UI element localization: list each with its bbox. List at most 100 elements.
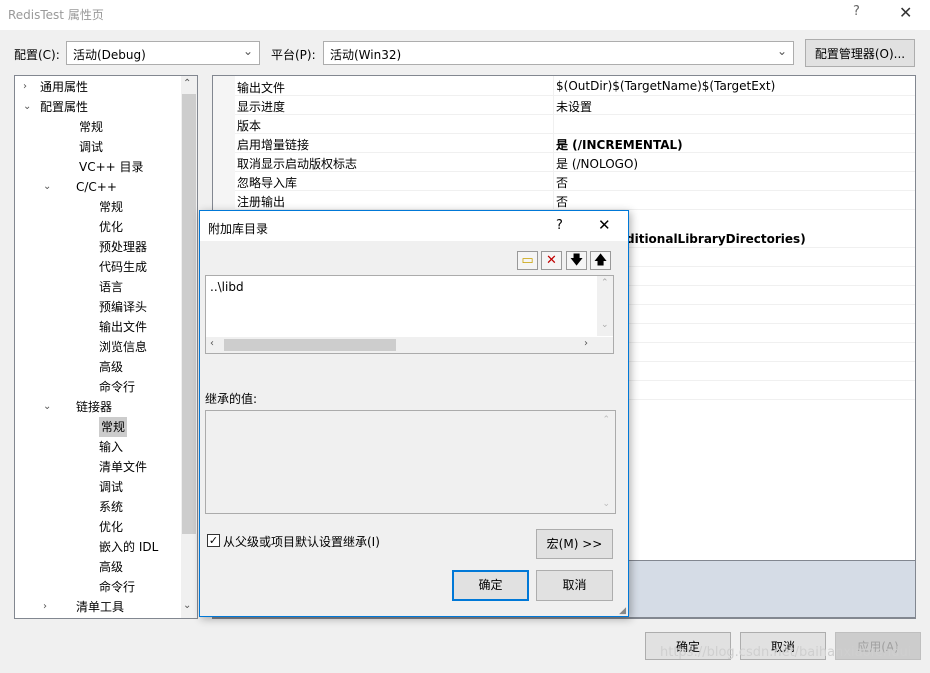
chevron-down-icon: ⌄ (602, 499, 610, 509)
tree-item-label: 嵌入的 IDL (99, 540, 159, 554)
watermark: https://blog.csdn.net/baihanxiaofendui (660, 645, 912, 660)
tree-item-label: 调试 (79, 140, 104, 154)
resize-grip-icon[interactable]: ◢ (619, 606, 626, 616)
move-down-icon[interactable]: 🡇 (566, 251, 587, 270)
inherit-label[interactable]: 从父级或项目默认设置继承(I) (223, 533, 380, 550)
library-dirs-dialog: 附加库目录 ? ✕ ▭ ✕ 🡇 🡅 ..\libd ⌃ ⌄ ‹ › 继承的值: … (199, 210, 629, 617)
tree-item-label: 高级 (99, 560, 124, 574)
scroll-thumb[interactable] (182, 94, 196, 534)
dialog-title-bar: 附加库目录 ? ✕ (200, 211, 628, 241)
tree-item[interactable]: 浏览信息 (15, 337, 181, 357)
tree-item[interactable]: 常规 (15, 197, 181, 217)
tree-item-label: 配置属性 (40, 100, 89, 114)
tree-item[interactable]: 语言 (15, 277, 181, 297)
tree-item[interactable]: 预处理器 (15, 237, 181, 257)
tree-item-label: 高级 (99, 360, 124, 374)
close-icon[interactable]: ✕ (598, 216, 611, 234)
grid-row[interactable]: 输出文件 $(OutDir)$(TargetName)$(TargetExt) (235, 77, 915, 96)
macro-button[interactable]: 宏(M) >> (536, 529, 613, 559)
tree-scrollbar[interactable]: ⌃ ⌄ (181, 76, 197, 618)
tree-item-label: 清单文件 (99, 460, 148, 474)
config-label: 配置(C): (14, 48, 60, 62)
chevron-down-icon: ⌄ (776, 44, 787, 58)
tree-item[interactable]: 常规 (15, 417, 181, 437)
tree-item[interactable]: 高级 (15, 557, 181, 577)
tree-item[interactable]: 清单文件 (15, 457, 181, 477)
hscroll-thumb[interactable] (224, 339, 396, 351)
tree-item-label: 预编译头 (99, 300, 148, 314)
list-vscroll[interactable]: ⌃ ⌄ (597, 276, 613, 336)
grid-row[interactable]: 取消显示启动版权标志 是 (/NOLOGO) (235, 153, 915, 172)
grid-row-key: 取消显示启动版权标志 (237, 157, 358, 171)
tree-item[interactable]: ⌄ 配置属性 (15, 97, 181, 117)
tree-item-label: 输出文件 (99, 320, 148, 334)
tree-item[interactable]: 系统 (15, 497, 181, 517)
grid-row[interactable]: 启用增量链接 是 (/INCREMENTAL) (235, 134, 915, 153)
tree-item[interactable]: 命令行 (15, 377, 181, 397)
inherit-checkbox[interactable]: ✓ (207, 534, 220, 547)
chevron-right-icon[interactable]: › (43, 597, 47, 617)
config-manager-button[interactable]: 配置管理器(O)... (805, 39, 915, 67)
chevron-down-icon[interactable]: ⌄ (23, 97, 31, 117)
tree-item[interactable]: › 清单工具 (15, 597, 181, 617)
grid-row-value[interactable]: 是 (/INCREMENTAL) (556, 136, 683, 153)
tree-item-label: 常规 (79, 120, 104, 134)
chevron-down-icon[interactable]: ⌄ (601, 320, 609, 330)
chevron-down-icon[interactable]: ⌄ (43, 397, 51, 417)
grid-row-key: 注册输出 (237, 195, 286, 209)
tree-item[interactable]: ⌄ C/C++ (15, 177, 181, 197)
tree-item[interactable]: ⌄ 链接器 (15, 397, 181, 417)
grid-row[interactable]: 忽略导入库 否 (235, 172, 915, 191)
tree-item[interactable]: 嵌入的 IDL (15, 537, 181, 557)
move-up-icon[interactable]: 🡅 (590, 251, 611, 270)
chevron-left-icon[interactable]: ‹ (210, 338, 214, 349)
tree-item-label: 命令行 (99, 580, 136, 594)
tree-item[interactable]: 命令行 (15, 577, 181, 597)
delete-icon[interactable]: ✕ (541, 251, 562, 270)
tree-item-label: 优化 (99, 220, 124, 234)
window-title: RedisTest 属性页 (8, 8, 104, 22)
config-select[interactable]: 活动(Debug) ⌄ (66, 41, 260, 65)
grid-row-value[interactable]: $(OutDir)$(TargetName)$(TargetExt) (556, 79, 775, 93)
title-bar: RedisTest 属性页 ? ✕ (0, 0, 930, 30)
platform-select[interactable]: 活动(Win32) ⌄ (323, 41, 794, 65)
chevron-right-icon[interactable]: › (584, 338, 588, 349)
chevron-down-icon[interactable]: ⌄ (43, 177, 51, 197)
tree-item[interactable]: › 通用属性 (15, 77, 181, 97)
grid-row-value[interactable]: 是 (/NOLOGO) (556, 155, 638, 172)
grid-row-value[interactable]: 否 (556, 174, 568, 191)
dialog-cancel-button[interactable]: 取消 (536, 570, 613, 601)
tree-item-label: 调试 (99, 480, 124, 494)
directory-list[interactable]: ..\libd ⌃ ⌄ ‹ › (205, 275, 614, 354)
tree-item[interactable]: 高级 (15, 357, 181, 377)
grid-row[interactable]: 显示进度 未设置 (235, 96, 915, 115)
grid-row[interactable]: 版本 (235, 115, 915, 134)
tree-item[interactable]: 优化 (15, 217, 181, 237)
list-hscroll[interactable]: ‹ › (206, 337, 613, 353)
grid-row-value[interactable]: 未设置 (556, 98, 592, 115)
chevron-right-icon[interactable]: › (23, 77, 27, 97)
chevron-down-icon: ⌄ (242, 44, 253, 58)
grid-row-value[interactable]: 否 (556, 193, 568, 210)
tree-item[interactable]: 预编译头 (15, 297, 181, 317)
chevron-up-icon[interactable]: ⌃ (601, 278, 609, 288)
grid-row[interactable]: 注册输出 否 (235, 191, 915, 210)
directory-entry[interactable]: ..\libd (210, 280, 244, 294)
new-folder-icon[interactable]: ▭ (517, 251, 538, 270)
tree-item[interactable]: 常规 (15, 117, 181, 137)
close-icon[interactable]: ✕ (899, 3, 912, 22)
tree-item[interactable]: 调试 (15, 477, 181, 497)
dialog-ok-button[interactable]: 确定 (452, 570, 529, 601)
chevron-up-icon[interactable]: ⌃ (183, 78, 191, 89)
tree-item[interactable]: 输入 (15, 437, 181, 457)
tree-item[interactable]: 代码生成 (15, 257, 181, 277)
tree-item-label: C/C++ (76, 180, 117, 194)
help-icon[interactable]: ? (556, 218, 563, 233)
tree-item[interactable]: 调试 (15, 137, 181, 157)
chevron-down-icon[interactable]: ⌄ (183, 600, 191, 611)
tree-item[interactable]: 输出文件 (15, 317, 181, 337)
tree-item[interactable]: 优化 (15, 517, 181, 537)
tree-item[interactable]: VC++ 目录 (15, 157, 181, 177)
config-value: 活动(Debug) (73, 48, 146, 62)
help-icon[interactable]: ? (853, 4, 860, 19)
